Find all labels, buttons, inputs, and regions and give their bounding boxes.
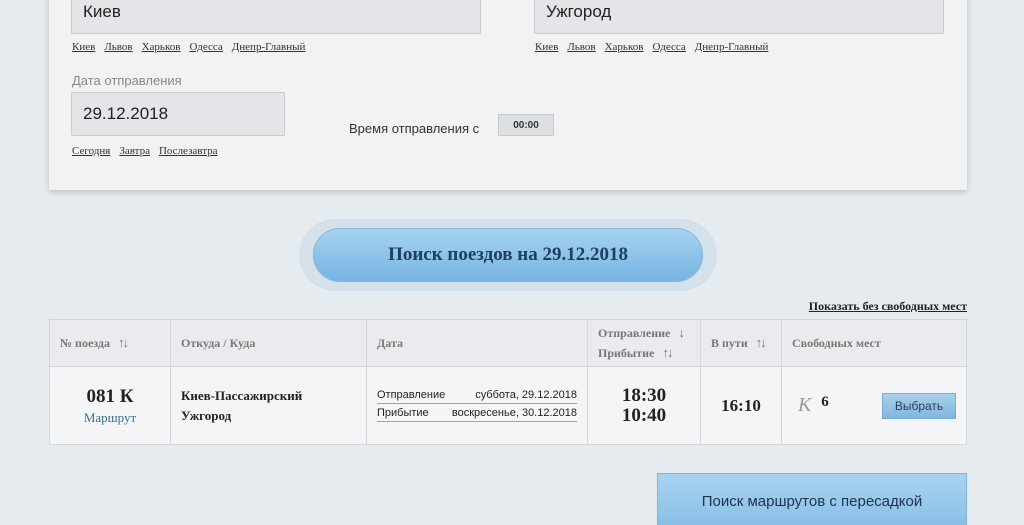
header-duration[interactable]: В пути ↑↓: [700, 319, 782, 367]
header-seats-label: Свободных мест: [792, 335, 881, 350]
departure-date-label: Дата отправления: [72, 73, 182, 88]
arrival-time: 10:40: [621, 404, 667, 426]
date-quick-link-day-after[interactable]: Послезавтра: [159, 145, 218, 157]
header-from-to: Откуда / Куда: [170, 319, 367, 367]
to-quick-link[interactable]: Харьков: [605, 41, 644, 53]
from-quick-link[interactable]: Львов: [104, 41, 132, 53]
from-station-name: Киев-Пассажирский: [181, 387, 303, 403]
dates-cell: Отправление суббота, 29.12.2018 Прибытие…: [366, 366, 588, 445]
select-button[interactable]: Выбрать: [882, 392, 956, 419]
to-quick-link[interactable]: Одесса: [652, 41, 685, 53]
header-departure-label: Отправление: [598, 326, 671, 340]
departure-date-row: Отправление суббота, 29.12.2018: [377, 389, 577, 404]
search-trains-button[interactable]: Поиск поездов на 29.12.2018: [313, 228, 703, 282]
departure-time-input[interactable]: 00:00: [498, 114, 554, 136]
header-seats: Свободных мест: [781, 319, 967, 367]
search-form: Киев Киев Львов Харьков Одесса Днепр-Гла…: [49, 0, 967, 190]
duration-cell: 16:10: [700, 366, 782, 445]
from-station-input[interactable]: Киев: [71, 0, 481, 34]
table-header-row: № поезда ↑↓ Откуда / Куда Дата Отправлени…: [49, 319, 967, 367]
to-quick-link[interactable]: Львов: [567, 41, 595, 53]
to-station-name: Ужгород: [181, 407, 232, 423]
arrival-date-row-label: Прибытие: [377, 407, 429, 419]
from-station-value: Киев: [83, 2, 121, 21]
from-quick-links: Киев Львов Харьков Одесса Днепр-Главный: [72, 41, 305, 53]
header-duration-label: В пути: [711, 336, 748, 350]
sort-arrows-icon: ↑↓: [117, 335, 129, 350]
header-arrival-label: Прибытие: [598, 346, 655, 360]
from-quick-link[interactable]: Днепр-Главный: [232, 41, 306, 53]
seats-cell: К 6 Выбрать: [781, 366, 967, 445]
arrival-date-row: Прибытие воскресенье, 30.12.2018: [377, 407, 577, 422]
departure-date-row-label: Отправление: [377, 389, 446, 401]
to-station-value: Ужгород: [546, 2, 612, 21]
header-train-no[interactable]: № поезда ↑↓: [49, 319, 171, 367]
date-quick-links: Сегодня Завтра Послезавтра: [72, 145, 218, 157]
departure-date-value: 29.12.2018: [83, 104, 169, 123]
header-date-label: Дата: [377, 335, 403, 350]
to-quick-link[interactable]: Киев: [535, 41, 558, 53]
route-link[interactable]: Маршрут: [60, 410, 160, 426]
seats-container: К 6 Выбрать: [792, 392, 956, 419]
header-date: Дата: [366, 319, 588, 367]
to-station-input[interactable]: Ужгород: [534, 0, 944, 34]
header-departure-arrival[interactable]: Отправление ↓ Прибытие ↑↓: [587, 319, 701, 367]
search-button-wrapper: Поиск поездов на 29.12.2018: [299, 219, 717, 291]
header-train-no-label: № поезда: [60, 336, 110, 350]
date-quick-link-tomorrow[interactable]: Завтра: [119, 145, 150, 157]
from-quick-link[interactable]: Одесса: [189, 41, 222, 53]
trains-table: № поезда ↑↓ Откуда / Куда Дата Отправлени…: [49, 319, 967, 445]
to-quick-links: Киев Львов Харьков Одесса Днепр-Главный: [535, 41, 768, 53]
seat-class-label: К: [798, 394, 812, 416]
sort-arrows-icon: ↑↓: [662, 345, 673, 360]
travel-duration: 16:10: [721, 395, 761, 415]
departure-time-label: Время отправления с: [349, 121, 480, 136]
departure-time-value: 00:00: [513, 119, 539, 131]
stations-cell: Киев-Пассажирский Ужгород: [170, 366, 367, 445]
arrow-down-icon: ↓: [678, 325, 684, 340]
from-quick-link[interactable]: Харьков: [142, 41, 181, 53]
to-quick-link[interactable]: Днепр-Главный: [695, 41, 769, 53]
departure-date-row-value: суббота, 29.12.2018: [475, 389, 577, 401]
date-quick-link-today[interactable]: Сегодня: [72, 145, 110, 157]
departure-time: 18:30: [621, 384, 667, 406]
sort-arrows-icon: ↑↓: [755, 335, 767, 350]
from-quick-link[interactable]: Киев: [72, 41, 95, 53]
show-without-seats-link[interactable]: Показать без свободных мест: [809, 299, 967, 314]
arrival-date-row-value: воскресенье, 30.12.2018: [451, 407, 577, 419]
transfer-search-button[interactable]: Поиск маршрутов с пересадкой: [657, 473, 967, 525]
times-cell: 18:30 10:40: [587, 366, 701, 445]
header-from-to-label: Откуда / Куда: [181, 335, 256, 350]
departure-date-input[interactable]: 29.12.2018: [71, 92, 285, 136]
table-row: 081 К Маршрут Киев-Пассажирский Ужгород …: [49, 366, 967, 445]
train-number-cell: 081 К Маршрут: [49, 366, 171, 445]
seat-count: 6: [821, 394, 829, 410]
train-number: 081 К: [86, 385, 134, 407]
